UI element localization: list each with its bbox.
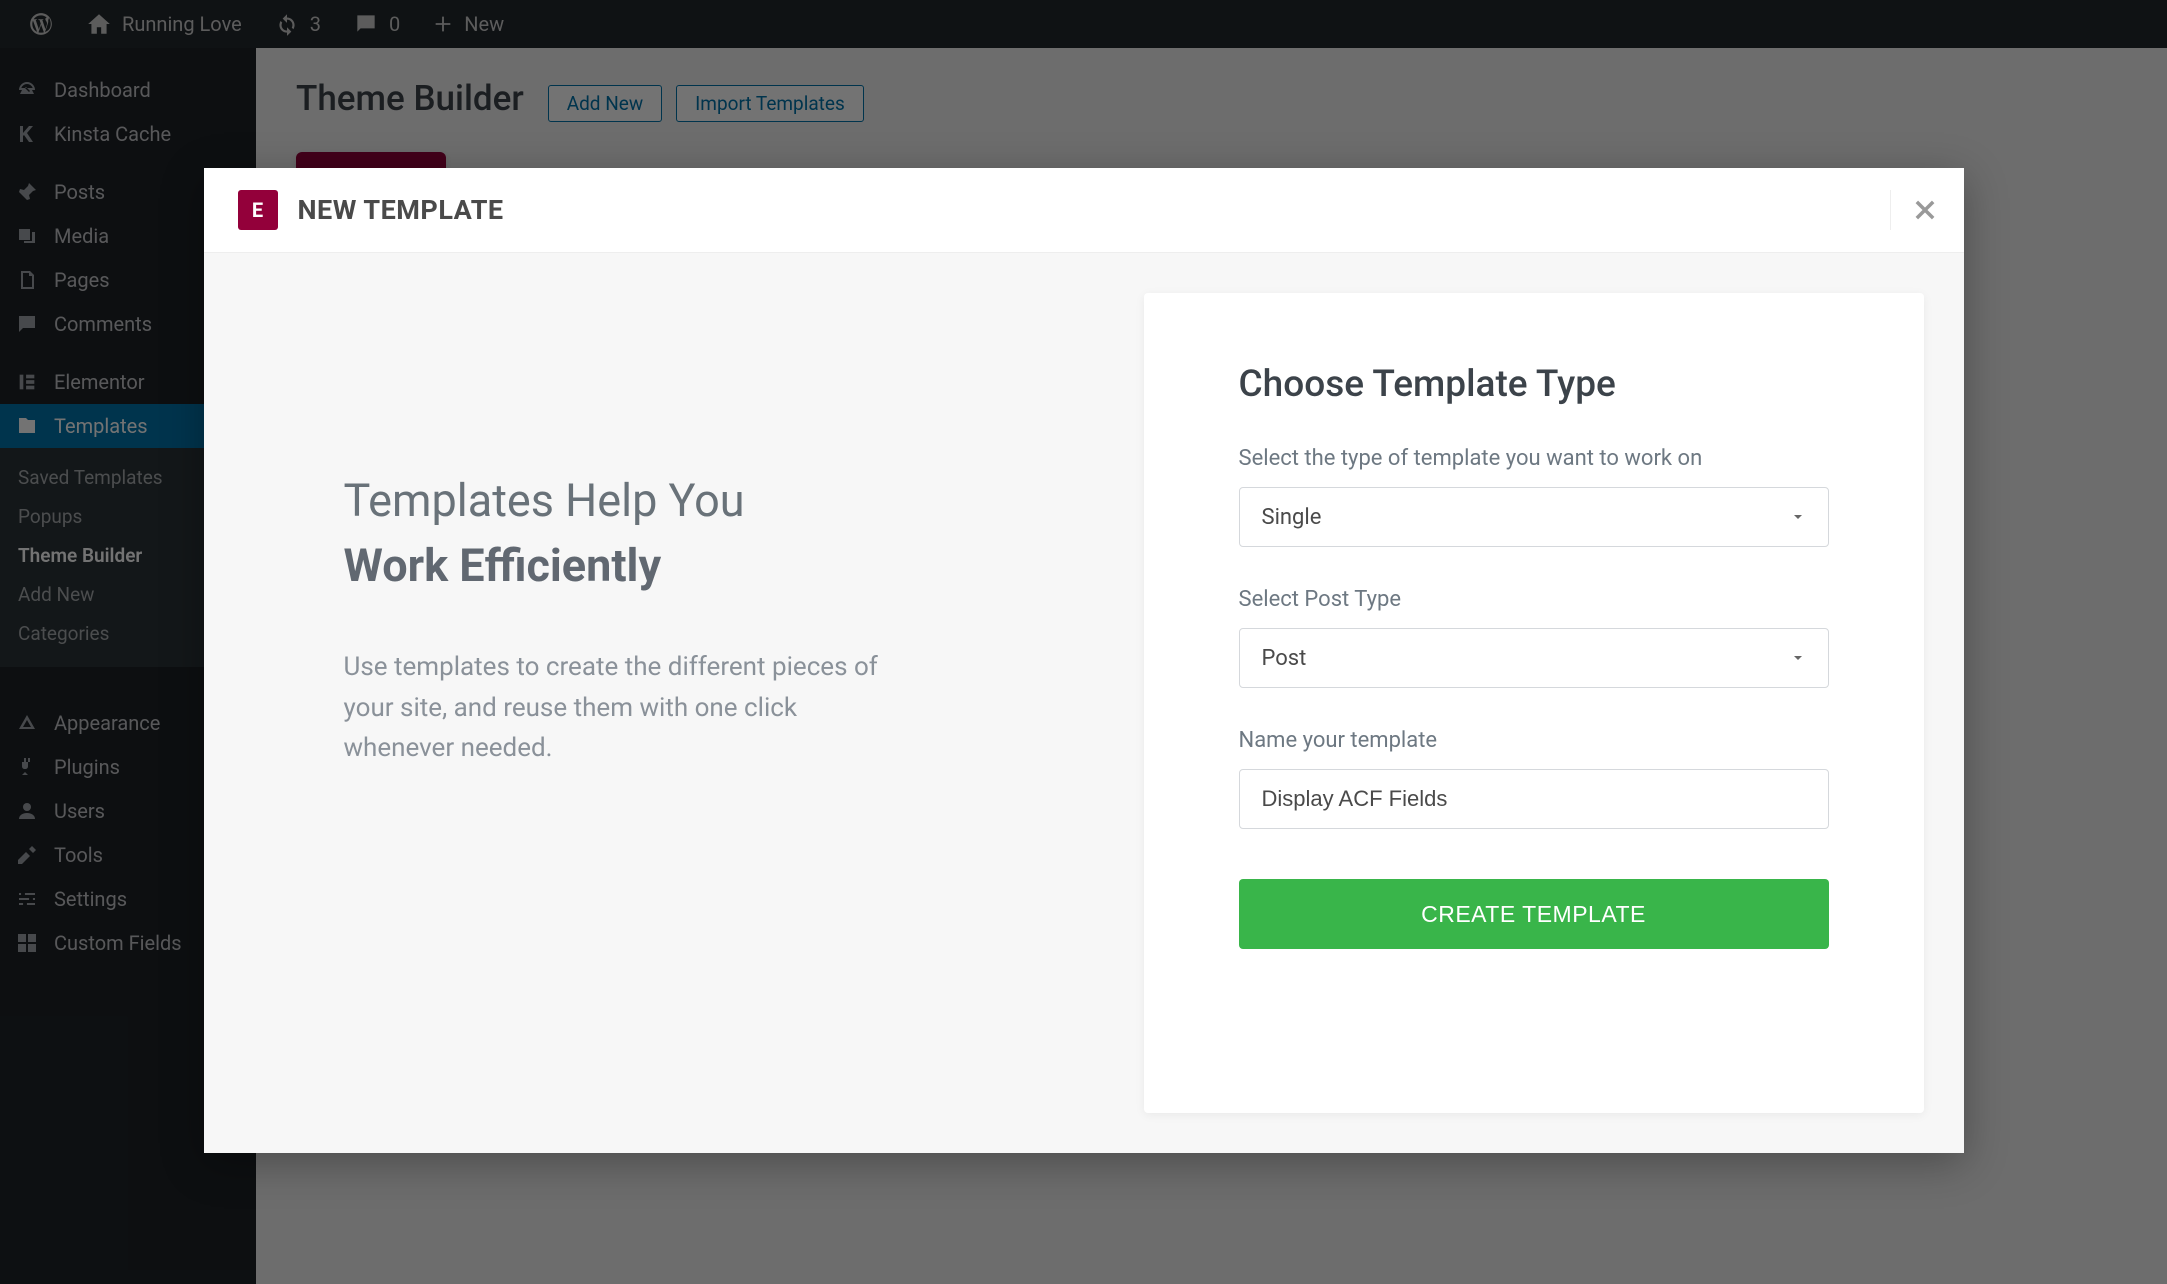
close-icon (1911, 196, 1939, 224)
template-name-input[interactable] (1239, 769, 1829, 829)
template-type-select[interactable]: Single (1239, 487, 1829, 547)
modal-description-text: Use templates to create the different pi… (344, 647, 884, 768)
modal-title: NEW TEMPLATE (298, 194, 504, 226)
post-type-select[interactable]: Post (1239, 628, 1829, 688)
chevron-down-icon (1790, 650, 1806, 666)
modal-description: Templates Help You Work Efficiently Use … (244, 293, 1104, 1113)
chevron-down-icon (1790, 509, 1806, 525)
close-button[interactable] (1890, 190, 1930, 230)
form-heading: Choose Template Type (1239, 363, 1829, 406)
name-label: Name your template (1239, 728, 1829, 753)
modal-heading-1: Templates Help You (344, 473, 1044, 529)
template-form: Choose Template Type Select the type of … (1144, 293, 1924, 1113)
new-template-modal: E NEW TEMPLATE Templates Help You Work E… (204, 168, 1964, 1153)
post-type-label: Select Post Type (1239, 587, 1829, 612)
create-template-button[interactable]: CREATE TEMPLATE (1239, 879, 1829, 949)
elementor-logo-icon: E (238, 190, 278, 230)
modal-heading-2: Work Efficiently (344, 539, 1044, 592)
modal-header: E NEW TEMPLATE (204, 168, 1964, 253)
template-type-value: Single (1262, 505, 1322, 530)
type-label: Select the type of template you want to … (1239, 446, 1829, 471)
post-type-value: Post (1262, 646, 1307, 671)
